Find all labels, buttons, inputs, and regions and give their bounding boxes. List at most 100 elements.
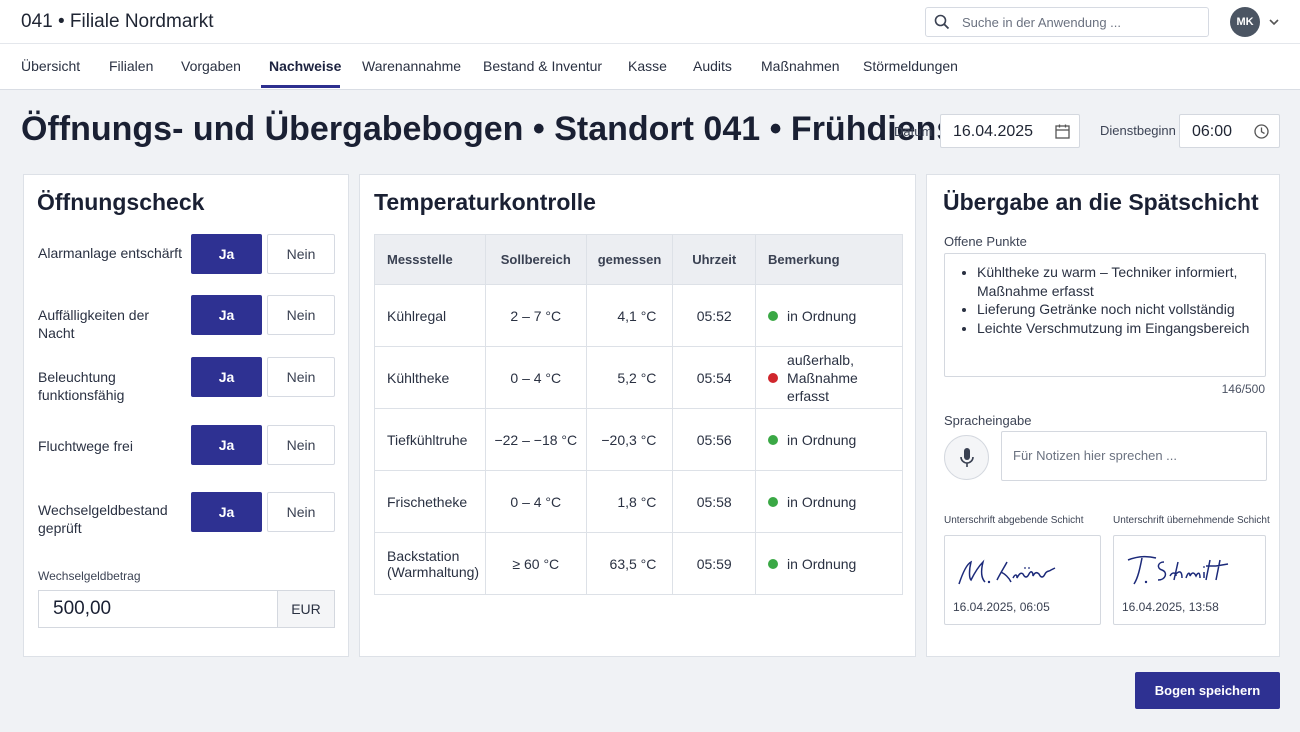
cell-measured: 4,1 °C	[585, 284, 674, 347]
check-label-night: Auffälligkeiten der Nacht	[38, 307, 150, 341]
handover-card: Übergabe an die Spätschicht Offene Punkt…	[926, 174, 1280, 657]
cell-remark: in Ordnung	[755, 470, 903, 533]
open-points-label: Offene Punkte	[944, 234, 1027, 249]
avatar[interactable]: MK	[1230, 7, 1260, 37]
cell-remark: in Ordnung	[755, 532, 903, 595]
table-row[interactable]: Kühlregal 2 – 7 °C 4,1 °C 05:52 in Ordnung	[374, 284, 903, 347]
night-yes-button[interactable]: Ja	[191, 295, 262, 335]
main-nav: Übersicht Filialen Vorgaben Nachweise Wa…	[0, 44, 1300, 90]
voice-notes-input[interactable]: Für Notizen hier sprechen ...	[1001, 431, 1267, 481]
cell-remark: in Ordnung	[755, 408, 903, 471]
col-header-remark: Bemerkung	[755, 234, 903, 285]
table-row[interactable]: Frischetheke 0 – 4 °C 1,8 °C 05:58 in Ordnun…	[374, 470, 903, 533]
col-header-range: Sollbereich	[484, 234, 587, 285]
cash-amount-label: Wechselgeldbetrag	[38, 569, 141, 583]
col-header-time: Uhrzeit	[672, 234, 757, 285]
status-dot-icon	[768, 558, 779, 569]
escape-routes-yes-button[interactable]: Ja	[191, 425, 262, 465]
status-dot-icon	[768, 434, 779, 445]
shift-start-label: Dienstbeginn	[1100, 123, 1176, 138]
calendar-icon[interactable]	[1054, 123, 1071, 140]
date-label: Datum	[894, 124, 933, 139]
cell-measured: 5,2 °C	[585, 346, 674, 409]
cell-range: ≥ 60 °C	[484, 532, 587, 595]
table-row[interactable]: Tiefkühltruhe −22 – −18 °C −20,3 °C 05:56 in…	[374, 408, 903, 471]
col-header-point: Messstelle	[374, 234, 486, 285]
active-tab-indicator	[261, 85, 340, 88]
cell-measured: 1,8 °C	[585, 470, 674, 533]
cell-time: 05:58	[672, 470, 757, 533]
signature-out-box[interactable]: 16.04.2025, 06:05	[944, 535, 1101, 625]
cash-currency: EUR	[277, 590, 335, 628]
character-counter: 146/500	[1221, 382, 1265, 396]
status-dot-icon	[768, 372, 779, 383]
cell-remark: in Ordnung	[755, 284, 903, 347]
open-points-textarea[interactable]: Kühltheke zu warm – Techniker informiert…	[944, 253, 1266, 377]
check-label-lighting: Beleuchtung funktionsfähig	[38, 369, 125, 403]
page-title: Öffnungs- und Übergabebogen • Standort 0…	[21, 110, 967, 148]
remark-text: außerhalb, Maßnahme erfasst	[787, 351, 858, 404]
night-no-button[interactable]: Nein	[267, 295, 335, 335]
search-input[interactable]	[962, 12, 1202, 32]
cell-time: 05:54	[672, 346, 757, 409]
check-label-alarm: Alarmanlage entschärft	[38, 245, 182, 261]
tab-stoermeldungen[interactable]: Störmeldungen	[863, 44, 958, 88]
escape-routes-no-button[interactable]: Nein	[267, 425, 335, 465]
chevron-down-icon[interactable]	[1267, 15, 1281, 29]
tab-nachweise[interactable]: Nachweise	[269, 44, 341, 88]
cell-range: 0 – 4 °C	[484, 470, 587, 533]
signature-out-date: 16.04.2025, 06:05	[953, 600, 1050, 614]
tab-vorgaben[interactable]: Vorgaben	[181, 44, 241, 88]
temperature-title: Temperaturkontrolle	[374, 189, 596, 215]
remark-text: in Ordnung	[787, 493, 857, 510]
tab-massnahmen[interactable]: Maßnahmen	[761, 44, 840, 88]
handover-title: Übergabe an die Spätschicht	[943, 189, 1259, 215]
change-fund-no-button[interactable]: Nein	[267, 492, 335, 532]
tab-uebersicht[interactable]: Übersicht	[21, 44, 80, 88]
opening-check-title: Öffnungscheck	[37, 189, 205, 215]
open-point-item: Kühltheke zu warm – Techniker informiert…	[977, 263, 1255, 300]
table-row[interactable]: Kühltheke 0 – 4 °C 5,2 °C 05:54 außerhalb, M…	[374, 346, 903, 409]
status-dot-icon	[768, 310, 779, 321]
cell-range: 2 – 7 °C	[484, 284, 587, 347]
tab-bestand-inventur[interactable]: Bestand & Inventur	[483, 44, 602, 88]
opening-check-card: Öffnungscheck Alarmanlage entschärft Ja …	[23, 174, 349, 657]
cash-amount-input[interactable]: 500,00	[38, 590, 278, 628]
alarm-yes-button[interactable]: Ja	[191, 234, 262, 274]
status-dot-icon	[768, 496, 779, 507]
change-fund-yes-button[interactable]: Ja	[191, 492, 262, 532]
lighting-no-button[interactable]: Nein	[267, 357, 335, 397]
signature-out-label: Unterschrift abgebende Schicht	[944, 515, 1084, 526]
search-box[interactable]	[925, 7, 1209, 37]
voice-input-label: Spracheingabe	[944, 413, 1032, 428]
signature-in-image	[1127, 555, 1229, 585]
date-field[interactable]: 16.04.2025	[940, 114, 1080, 148]
cell-range: 0 – 4 °C	[484, 346, 587, 409]
search-icon	[934, 14, 950, 30]
tab-warenannahme[interactable]: Warenannahme	[362, 44, 461, 88]
table-row[interactable]: Backstation (Warmhaltung) ≥ 60 °C 63,5 °C 0…	[374, 532, 903, 595]
app-title: 041 • Filiale Nordmarkt	[21, 11, 214, 32]
shift-start-field[interactable]: 06:00	[1179, 114, 1280, 148]
alarm-no-button[interactable]: Nein	[267, 234, 335, 274]
temperature-card: Temperaturkontrolle Messstelle Sollberei…	[359, 174, 916, 657]
tab-audits[interactable]: Audits	[693, 44, 732, 88]
temperature-table: Messstelle Sollbereich gemessen Uhrzeit …	[374, 234, 903, 595]
remark-text: in Ordnung	[787, 307, 857, 324]
save-form-button[interactable]: Bogen speichern	[1135, 672, 1280, 709]
microphone-button[interactable]	[944, 435, 989, 480]
lighting-yes-button[interactable]: Ja	[191, 357, 262, 397]
cell-remark: außerhalb, Maßnahme erfasst	[755, 346, 903, 409]
cell-time: 05:56	[672, 408, 757, 471]
tab-filialen[interactable]: Filialen	[109, 44, 153, 88]
cell-point: Tiefkühltruhe	[374, 408, 486, 471]
cell-point: Backstation (Warmhaltung)	[374, 532, 486, 595]
tab-kasse[interactable]: Kasse	[628, 44, 667, 88]
check-label-change-fund: Wechselgeldbestand geprüft	[38, 502, 168, 536]
cell-measured: −20,3 °C	[585, 408, 674, 471]
signature-in-box[interactable]: 16.04.2025, 13:58	[1113, 535, 1266, 625]
clock-icon[interactable]	[1253, 123, 1270, 140]
col-header-measured: gemessen	[585, 234, 674, 285]
microphone-icon	[960, 448, 974, 467]
shift-start-value: 06:00	[1192, 123, 1233, 140]
